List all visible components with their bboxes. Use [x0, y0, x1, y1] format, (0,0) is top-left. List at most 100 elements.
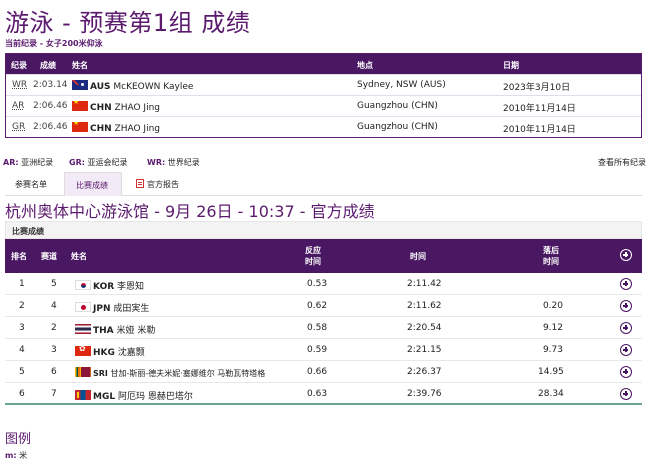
result-athlete[interactable]: KOR 李恩知: [75, 279, 144, 292]
athlete-name: 沈嘉颢: [117, 348, 145, 358]
noc-code: CHN: [90, 124, 112, 134]
abbr-code: GR:: [69, 158, 85, 167]
result-time: 2:39.76: [407, 389, 442, 399]
legend-text: 米: [19, 451, 28, 460]
venue-title: 杭州奥体中心游泳馆 - 9月 26日 - 10:37 - 官方成绩: [5, 202, 375, 221]
athlete-name: ZHAO Jing: [114, 103, 160, 113]
result-behind: 9.12: [542, 323, 563, 333]
result-athlete[interactable]: THA 米娅 米勒: [75, 323, 155, 336]
expand-all-icon[interactable]: [620, 249, 632, 261]
expand-row-icon[interactable]: [620, 278, 632, 290]
result-lane: 6: [51, 367, 57, 377]
result-reaction: 0.58: [307, 323, 328, 333]
records-header-place: 地点: [357, 61, 373, 70]
result-lane: 4: [51, 301, 57, 311]
result-row: 5 6 SRI 甘加-斯丽-德夫米妮·塞娜维尔 马勒瓦特塔格 0.66 2:26…: [5, 361, 642, 383]
result-rank: 4: [19, 345, 25, 355]
abbr-ar: AR: 亚洲纪录: [3, 157, 53, 168]
result-rank: 6: [19, 389, 25, 399]
kor-flag-icon: [75, 280, 91, 290]
chn-flag-icon: [72, 101, 88, 111]
header-lane: 赛道: [41, 252, 57, 261]
record-athlete[interactable]: CHN ZHAO Jing: [72, 101, 160, 113]
records-header-time: 成绩: [40, 61, 56, 70]
result-row: 3 2 THA 米娅 米勒 0.58 2:20.54 9.12: [5, 317, 642, 339]
result-behind: 9.73: [542, 345, 563, 355]
athlete-name: 米娅 米勒: [116, 326, 156, 336]
athlete-name: 成田実生: [113, 304, 150, 314]
result-rank: 5: [19, 367, 25, 377]
header-reaction: 反应 时间: [305, 246, 321, 266]
record-time: 2:03.14: [33, 80, 68, 90]
tha-flag-icon: [75, 324, 91, 334]
aus-flag-icon: [72, 80, 88, 90]
expand-row-icon[interactable]: [620, 344, 632, 356]
result-lane: 3: [51, 345, 57, 355]
header-time: 时间: [410, 252, 426, 261]
tab-start-list[interactable]: 参赛名单: [15, 172, 47, 196]
chn-flag-icon: [72, 122, 88, 132]
result-rank: 1: [19, 279, 25, 289]
records-table: 纪录 成绩 姓名 地点 日期 WR 2:03.14 AUS McKEOWN Ka…: [5, 53, 642, 138]
abbr-text: 世界纪录: [167, 158, 200, 167]
jpn-flag-icon: [75, 302, 91, 312]
tab-official-report[interactable]: 官方报告: [136, 172, 179, 196]
result-reaction: 0.63: [307, 389, 328, 399]
expand-row-icon[interactable]: [620, 300, 632, 312]
abbr-text: 亚运会纪录: [87, 158, 128, 167]
result-athlete[interactable]: JPN 成田実生: [75, 301, 149, 314]
result-athlete[interactable]: MGL 阿厄玛 恩赫巴塔尔: [75, 389, 193, 402]
result-behind: 0.20: [542, 301, 563, 311]
record-type[interactable]: AR: [12, 101, 24, 111]
view-all-records-link[interactable]: 查看所有纪录: [598, 157, 646, 168]
expand-row-icon[interactable]: [620, 366, 632, 378]
athlete-name: McKEOWN Kaylee: [113, 82, 194, 92]
abbr-wr: WR: 世界纪录: [147, 157, 200, 168]
result-reaction: 0.66: [307, 367, 328, 377]
record-time: 2:06.46: [33, 122, 68, 132]
record-place: Sydney, NSW (AUS): [357, 80, 446, 90]
legend-title: 图例: [5, 432, 32, 447]
header-behind: 落后 时间: [543, 246, 559, 266]
noc-code: HKG: [93, 348, 115, 358]
record-date: 2010年11月14日: [503, 104, 576, 114]
mgl-flag-icon: [75, 390, 91, 400]
result-row: 6 7 MGL 阿厄玛 恩赫巴塔尔 0.63 2:39.76 28.34: [5, 383, 642, 405]
expand-row-icon[interactable]: [620, 388, 632, 400]
result-lane: 5: [51, 279, 57, 289]
result-behind: 14.95: [538, 367, 564, 377]
records-header-date: 日期: [503, 61, 519, 70]
header-rank: 排名: [11, 252, 27, 261]
result-athlete[interactable]: HKG 沈嘉颢: [75, 345, 145, 358]
abbr-code: WR:: [147, 158, 166, 167]
record-type[interactable]: WR: [12, 80, 27, 90]
records-header: 纪录 成绩 姓名 地点 日期: [6, 54, 641, 74]
record-type[interactable]: GR: [12, 122, 25, 132]
expand-row-icon[interactable]: [620, 322, 632, 334]
records-header-type: 纪录: [11, 61, 27, 70]
noc-code: MGL: [93, 392, 116, 402]
result-behind: 28.34: [538, 389, 564, 399]
record-place: Guangzhou (CHN): [357, 122, 438, 132]
results-caption: 比赛成绩: [5, 221, 642, 239]
noc-code: THA: [93, 326, 114, 336]
record-athlete[interactable]: CHN ZHAO Jing: [72, 122, 160, 134]
tab-results[interactable]: 比赛成绩: [64, 172, 122, 196]
result-reaction: 0.53: [307, 279, 328, 289]
result-athlete[interactable]: SRI 甘加-斯丽-德夫米妮·塞娜维尔 马勒瓦特塔格: [75, 367, 265, 379]
result-time: 2:20.54: [407, 323, 442, 333]
result-time: 2:21.15: [407, 345, 442, 355]
header-name: 姓名: [71, 252, 87, 261]
legend-code: m:: [5, 451, 17, 460]
sri-flag-icon: [75, 367, 91, 377]
record-athlete[interactable]: AUS McKEOWN Kaylee: [72, 80, 193, 92]
document-icon: [136, 179, 144, 188]
records-header-name: 姓名: [72, 61, 88, 70]
athlete-name: ZHAO Jing: [114, 124, 160, 134]
result-time: 2:11.62: [407, 301, 442, 311]
record-date: 2023年3月10日: [503, 83, 571, 93]
athlete-name: 甘加-斯丽-德夫米妮·塞娜维尔 马勒瓦特塔格: [110, 369, 266, 378]
record-date: 2010年11月14日: [503, 125, 576, 135]
result-row: 1 5 KOR 李恩知 0.53 2:11.42: [5, 273, 642, 295]
legend-item: m: 米: [5, 450, 27, 461]
